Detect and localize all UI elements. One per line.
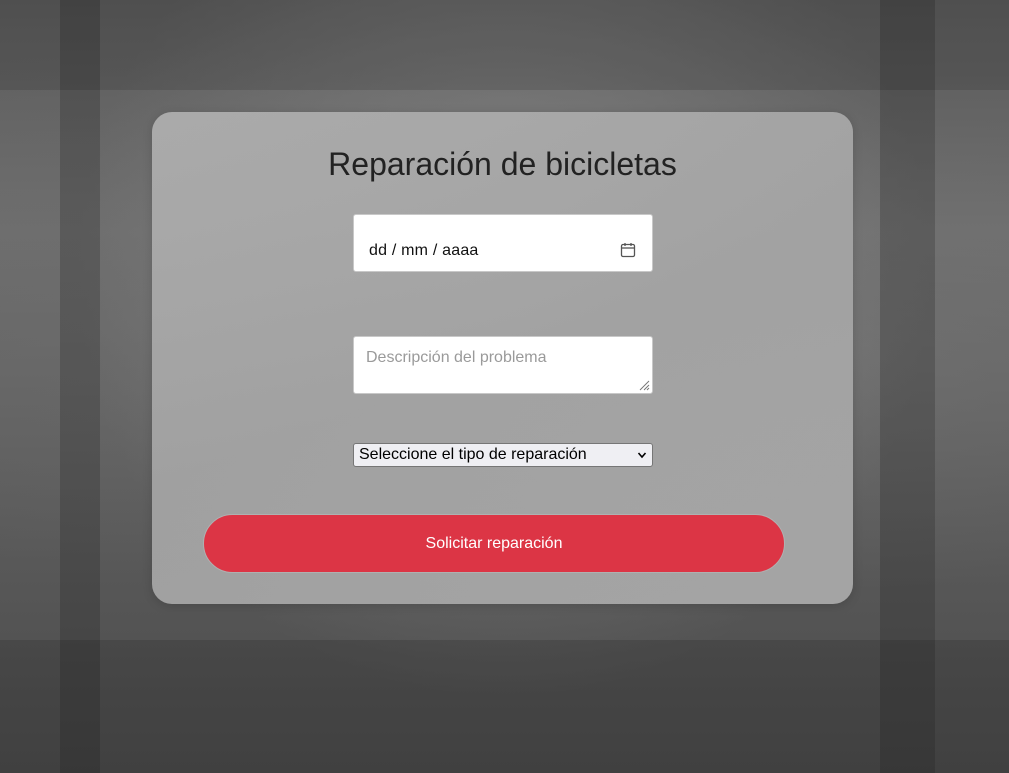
repair-type-select[interactable]: Seleccione el tipo de reparación	[353, 443, 653, 467]
date-input[interactable]: dd / mm / aaaa	[353, 214, 653, 272]
repair-type-selected: Seleccione el tipo de reparación	[359, 446, 587, 463]
page-title: Reparación de bicicletas	[328, 146, 677, 182]
background-shape	[0, 640, 1009, 773]
description-textarea[interactable]: Descripción del problema	[353, 336, 653, 394]
date-placeholder: dd / mm / aaaa	[369, 242, 479, 259]
background-shape	[0, 0, 1009, 90]
description-placeholder: Descripción del problema	[366, 349, 547, 366]
chevron-down-icon	[637, 452, 647, 459]
calendar-icon[interactable]	[620, 242, 636, 258]
repair-form-card: Reparación de bicicletas dd / mm / aaaa …	[152, 112, 853, 604]
submit-repair-button[interactable]: Solicitar reparación	[203, 514, 785, 573]
resize-handle-icon[interactable]	[638, 379, 650, 391]
